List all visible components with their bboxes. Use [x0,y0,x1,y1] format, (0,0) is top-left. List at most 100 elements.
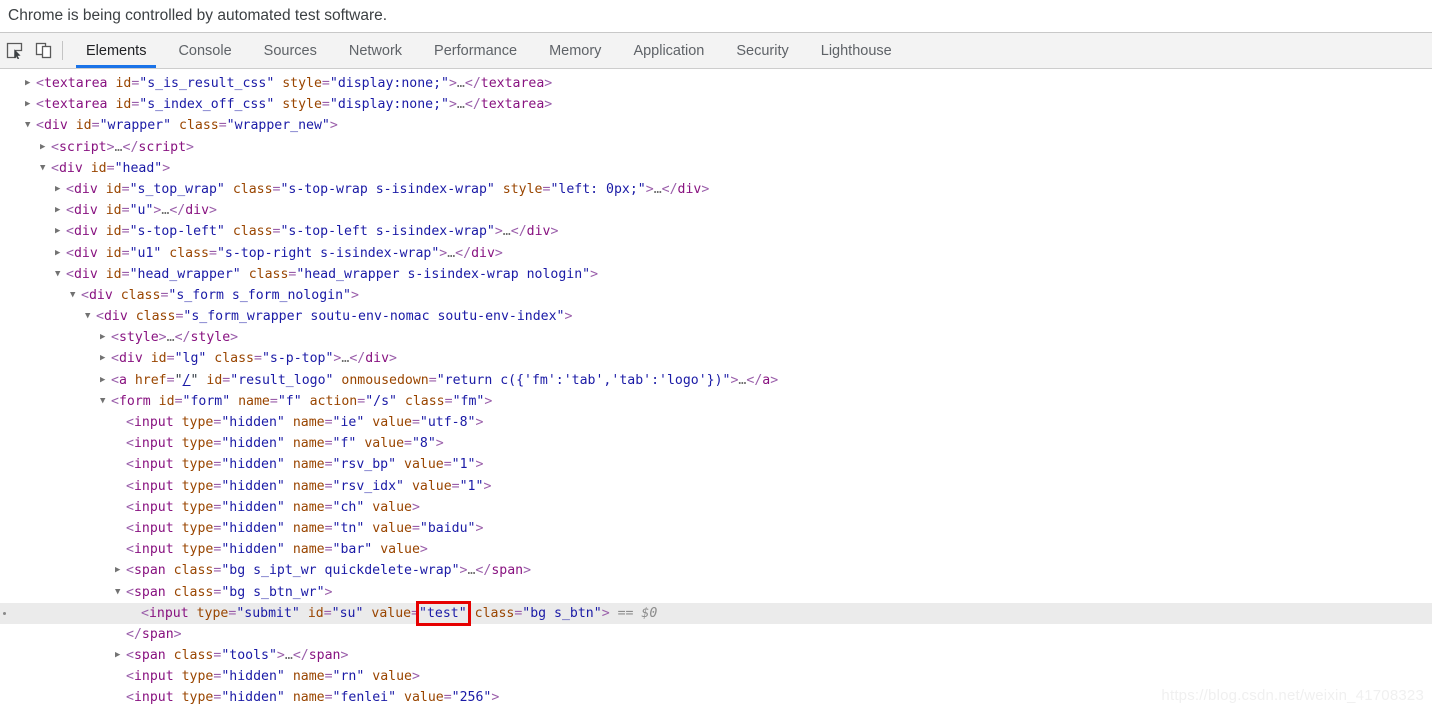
triangle-right-icon[interactable]: ▶ [115,645,126,666]
triangle-down-icon[interactable]: ▼ [70,285,81,306]
triangle-down-icon[interactable]: ▼ [115,582,126,603]
triangle-right-icon[interactable]: ▶ [100,348,111,369]
tab-network[interactable]: Network [333,33,418,68]
token-attr: name [292,478,325,494]
tab-application[interactable]: Application [617,33,720,68]
dom-row-markup: <a href="/" id="result_logo" onmousedown… [111,370,778,391]
token-val: "s_form_wrapper soutu-env-nomac soutu-en… [183,309,565,325]
token-punct: </ [464,76,481,91]
triangle-down-icon[interactable]: ▼ [85,306,96,327]
token-punct: > [564,309,573,325]
dom-tree-panel[interactable]: ▶ <textarea id="s_is_result_css" style="d… [0,69,1432,706]
token-val: "hidden" [221,436,285,452]
token-punct: = [218,118,227,134]
tab-performance[interactable]: Performance [418,33,533,68]
token-tag: a [118,372,127,388]
annotated-value-token[interactable]: "test" [419,606,467,621]
token-punct: > [645,181,654,197]
tab-label: Network [348,42,403,59]
token-tag: input [133,690,174,706]
token-val: "rsv_bp" [332,457,397,473]
dom-tree-row[interactable]: ▶ <div id="lg" class="s-p-top">…</div> [0,348,1432,369]
tab-sources[interactable]: Sources [248,33,333,68]
token-val: "head_wrapper s-isindex-wrap nologin" [296,266,591,282]
triangle-right-icon[interactable]: ▶ [100,327,111,348]
dom-tree-row[interactable]: ▶ <textarea id="s_index_off_css" style="d… [0,94,1432,115]
triangle-right-icon[interactable]: ▶ [100,370,111,391]
inspect-element-icon[interactable] [0,33,29,68]
token-punct: = [411,605,420,621]
token-val: "tools" [221,648,277,664]
dom-row-markup: <script>…</script> [51,137,194,158]
token-attr: id [75,118,92,134]
device-toolbar-icon[interactable] [29,33,58,68]
token-val: "s-top-wrap s-isindex-wrap" [280,181,495,197]
tab-label: Elements [86,42,147,59]
triangle-right-icon[interactable]: ▶ [55,200,66,221]
triangle-right-icon[interactable]: ▶ [25,73,36,94]
dom-tree-row[interactable]: ▶ <div id="u1" class="s-top-right s-isind… [0,243,1432,264]
dom-tree-row[interactable]: ▶<input type="hidden" name="rsv_idx" val… [0,476,1432,497]
dom-tree-row[interactable]: ▶ <style>…</style> [0,327,1432,348]
dom-row-markup: <span class="bg s_ipt_wr quickdelete-wra… [126,560,531,581]
dom-tree-row[interactable]: ▼ <div class="s_form_wrapper soutu-env-no… [0,306,1432,327]
tab-lighthouse[interactable]: Lighthouse [805,33,908,68]
dom-tree-row[interactable]: ▶ <a href="/" id="result_logo" onmousedow… [0,370,1432,391]
triangle-right-icon[interactable]: ▶ [115,560,126,581]
dom-tree-row[interactable]: ▼ <span class="bg s_btn_wr"> [0,582,1432,603]
dom-tree-row[interactable]: ▼ <div class="s_form s_form_nologin"> [0,285,1432,306]
dom-tree-row[interactable]: ▶ <script>…</script> [0,137,1432,158]
tab-elements[interactable]: Elements [70,33,162,68]
dom-tree-row[interactable]: ▼ <div id="head_wrapper" class="head_wrap… [0,264,1432,285]
dom-tree-row[interactable]: ▼ <div id="head"> [0,158,1432,179]
dom-tree-row[interactable]: ▶<input type="hidden" name="ch" value> [0,497,1432,518]
dom-row-markup: <input type="submit" id="su" value="test… [141,603,657,624]
token-val: "hidden" [221,690,285,706]
triangle-down-icon[interactable]: ▼ [25,115,36,136]
devtools-toolbar: Elements Console Sources Network Performance… [0,33,1432,69]
token-punct: > [324,584,333,600]
dom-tree-row[interactable]: ▶<input type="hidden" name="ie" value="u… [0,412,1432,433]
dom-tree-row[interactable]: ▶<input type="hidden" name="rn" value> [0,666,1432,687]
token-attr: id [206,372,223,388]
triangle-down-icon[interactable]: ▼ [40,158,51,179]
triangle-right-icon[interactable]: ▶ [55,243,66,264]
dom-tree-row[interactable]: ▶ <div id="s-top-left" class="s-top-left … [0,221,1432,242]
token-punct: </ [475,563,492,579]
dom-tree-row[interactable]: ▶<input type="hidden" name="f" value="8"… [0,433,1432,454]
token-val: "hidden" [221,415,285,430]
dom-tree-row[interactable]: ▶ <div id="u">…</div> [0,200,1432,221]
dom-row-markup: <form id="form" name="f" action="/s" cla… [111,391,492,412]
dom-tree-row[interactable]: ▶</span> [0,624,1432,645]
triangle-right-icon[interactable]: ▶ [25,94,36,115]
dom-tree-row[interactable]: ▼ <div id="wrapper" class="wrapper_new"> [0,115,1432,136]
token-val: "u" [129,203,154,219]
triangle-right-icon[interactable]: ▶ [55,179,66,200]
dom-tree-row-selected[interactable]: ▶<input type="submit" id="su" value="tes… [0,602,1432,624]
tab-console[interactable]: Console [162,33,247,68]
token-attr: class [135,309,176,325]
dom-tree-row[interactable]: ▶ <textarea id="s_is_result_css" style="d… [0,73,1432,94]
triangle-right-icon[interactable]: ▶ [55,221,66,242]
token-val: "/s" [365,393,397,409]
dom-tree-row[interactable]: ▶<input type="hidden" name="rsv_bp" valu… [0,454,1432,475]
dom-tree-row[interactable]: ▶ <span class="tools">…</span> [0,645,1432,666]
token-tag: div [73,203,98,219]
dom-tree-row[interactable]: ▶ <span class="bg s_ipt_wr quickdelete-wr… [0,560,1432,581]
token-punct: </ [661,181,678,197]
token-val: "tn" [332,520,365,536]
tab-security[interactable]: Security [720,33,804,68]
tab-memory[interactable]: Memory [533,33,617,68]
dom-tree-row[interactable]: ▶<input type="hidden" name="tn" value="b… [0,518,1432,539]
token-punct: > [483,478,492,494]
triangle-down-icon[interactable]: ▼ [55,264,66,285]
triangle-right-icon[interactable]: ▶ [40,137,51,158]
dom-tree-row[interactable]: ▼ <form id="form" name="f" action="/s" cl… [0,391,1432,412]
dom-tree-row[interactable]: ▶<input type="hidden" name="bar" value> [0,539,1432,560]
token-val: "s-top-right s-isindex-wrap" [216,245,440,261]
token-attr: type [181,436,214,452]
dom-tree-row[interactable]: ▶ <div id="s_top_wrap" class="s-top-wrap … [0,179,1432,200]
triangle-down-icon[interactable]: ▼ [100,391,111,412]
